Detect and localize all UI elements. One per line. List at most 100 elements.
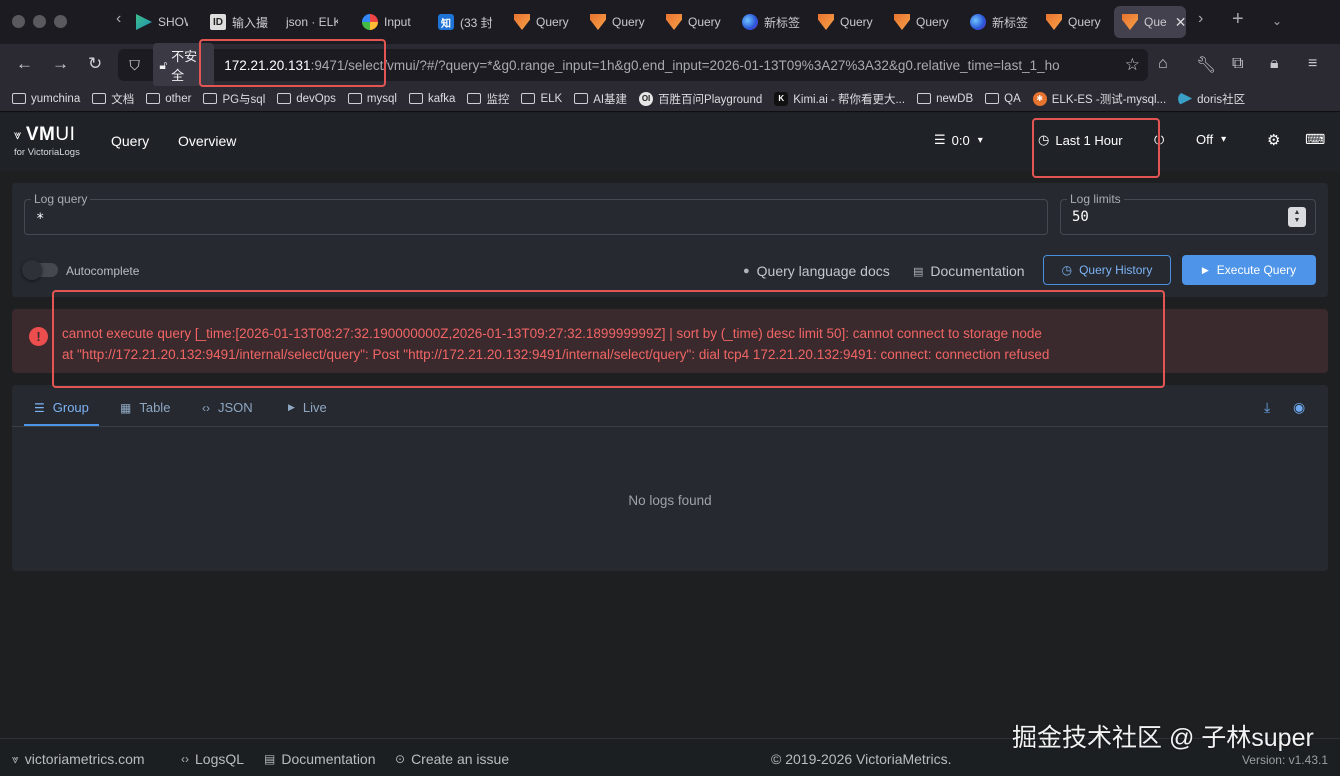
lock-icon[interactable]: 🔒︎	[1270, 55, 1279, 73]
bookmark-star-icon[interactable]: ☆	[1125, 55, 1140, 75]
execute-query-button[interactable]: ▶ Execute Query	[1182, 255, 1316, 285]
url-host: 172.21.20.131	[224, 57, 311, 73]
logsql-link[interactable]: ‹› LogsQL	[181, 751, 244, 767]
nav-overview[interactable]: Overview	[178, 133, 236, 149]
bookmark-site[interactable]: doris社区	[1178, 91, 1245, 107]
browser-tab[interactable]: Query	[514, 6, 570, 38]
tenant-selector[interactable]: ☰ 0:0 ▾	[934, 132, 983, 148]
bookmark-site[interactable]: OI 百胜百问Playground	[639, 91, 762, 107]
download-icon[interactable]: ⤓	[1264, 399, 1270, 416]
reload-icon[interactable]: ↻	[88, 54, 102, 74]
victoriametrics-link[interactable]: ⩔ victoriametrics.com	[12, 751, 145, 767]
time-range-selector[interactable]: ◷ Last 1 Hour	[1038, 132, 1123, 148]
vm-logo-icon	[1046, 14, 1062, 30]
keyboard-icon[interactable]: ⌨	[1305, 131, 1325, 148]
tab-scroll-right-icon[interactable]: ›	[1198, 10, 1203, 28]
tab-list-chevron-down-icon[interactable]: ⌄	[1272, 14, 1282, 28]
bookmark-folder[interactable]: 文档	[92, 91, 134, 107]
browser-tab[interactable]: Query	[1046, 6, 1102, 38]
bookmark-folder[interactable]: mysql	[347, 93, 397, 105]
log-query-input[interactable]: Log query *	[24, 192, 1048, 235]
nav-query[interactable]: Query	[111, 133, 149, 149]
browser-tab[interactable]: 新标签	[742, 6, 800, 38]
bookmark-folder[interactable]: ELK	[521, 93, 562, 105]
tab-json[interactable]: ‹› JSON	[202, 400, 253, 415]
empty-state-text: No logs found	[628, 493, 712, 508]
tab-live[interactable]: ▶ Live	[288, 400, 327, 415]
error-message: cannot execute query [_time:[2026-01-13T…	[62, 326, 1050, 362]
insecure-badge[interactable]: 🔓︎ 不安全	[153, 43, 215, 87]
list-icon: ☰	[934, 132, 946, 147]
browser-tab[interactable]: Query	[666, 6, 722, 38]
folder-icon	[92, 93, 107, 104]
log-limits-input[interactable]: Log limits 50 ▲ ▼	[1060, 192, 1316, 235]
vmui-logo[interactable]: ⩔ VM UI for VictoriaLogs	[14, 124, 80, 158]
window-minimize-button[interactable]	[33, 15, 46, 28]
bookmark-folder[interactable]: PG与sql	[203, 91, 265, 107]
documentation-link[interactable]: ▤ Documentation	[913, 263, 1025, 279]
tab-scroll-left-icon[interactable]: ‹	[116, 10, 121, 28]
tab-table[interactable]: ▦ Table	[120, 400, 170, 415]
table-icon: ▦	[120, 400, 132, 415]
info-icon: ●	[743, 265, 750, 277]
kimi-icon: K	[774, 91, 789, 106]
bookmark-folder[interactable]: QA	[985, 93, 1021, 105]
new-tab-icon[interactable]: +	[1232, 8, 1244, 31]
auto-refresh-selector[interactable]: Off ▾	[1196, 132, 1226, 147]
bookmark-folder[interactable]: yumchina	[12, 93, 80, 105]
wrench-icon[interactable]: 🔧︎	[1196, 55, 1216, 75]
number-stepper[interactable]: ▲ ▼	[1288, 207, 1306, 227]
lock-slash-icon: 🔓︎	[159, 57, 168, 72]
autocomplete-toggle[interactable]	[22, 260, 58, 280]
bookmark-folder[interactable]: devOps	[277, 93, 336, 105]
menu-icon[interactable]: ≡	[1308, 55, 1317, 73]
bookmark-site[interactable]: K Kimi.ai - 帮你看更大...	[774, 91, 905, 107]
browser-tab[interactable]: Query	[818, 6, 874, 38]
close-tab-icon[interactable]: ✕	[1175, 14, 1186, 31]
tab-group[interactable]: ☰ Group	[34, 400, 89, 415]
folder-icon	[408, 93, 423, 104]
folder-icon	[203, 93, 218, 104]
query-history-button[interactable]: ◷ Query History	[1043, 255, 1171, 285]
results-panel: ☰ Group ▦ Table ‹› JSON ▶ Live ⤓ ◉ No logs f…	[12, 385, 1328, 571]
copyright: © 2019-2026 VictoriaMetrics.	[771, 751, 952, 767]
bookmark-folder[interactable]: kafka	[408, 93, 455, 105]
back-arrow-icon[interactable]: ←	[16, 54, 33, 74]
bookmark-folder[interactable]: other	[146, 93, 191, 105]
create-issue-link[interactable]: ⊙ Create an issue	[395, 751, 509, 767]
multicolor-icon	[362, 14, 378, 30]
home-icon[interactable]: ⌂	[1158, 55, 1168, 73]
browser-tab[interactable]: Query	[590, 6, 646, 38]
forward-arrow-icon[interactable]: →	[52, 54, 69, 74]
gear-icon[interactable]: ⚙	[1267, 131, 1280, 149]
browser-tab[interactable]: 新标签	[970, 6, 1028, 38]
query-panel: Log query * Log limits 50 ▲ ▼ Autocomplet…	[12, 183, 1328, 297]
browser-tab[interactable]: json · ELK	[286, 6, 338, 38]
bookmark-folder[interactable]: AI基建	[574, 91, 627, 107]
version-label: Version: v1.43.1	[1241, 753, 1328, 767]
refresh-icon[interactable]: ⏻	[1154, 132, 1164, 148]
browser-tab[interactable]: Input	[362, 6, 414, 38]
extensions-icon[interactable]: ⧉	[1232, 55, 1243, 73]
bookmark-folder[interactable]: 监控	[467, 91, 509, 107]
bookmark-folder[interactable]: newDB	[917, 93, 973, 105]
vm-logo-icon	[894, 14, 910, 30]
firefox-icon	[742, 14, 758, 30]
folder-icon	[277, 93, 292, 104]
window-close-button[interactable]	[12, 15, 25, 28]
browser-tab[interactable]: 知 (33 封	[438, 6, 494, 38]
bookmark-site[interactable]: ✱ ELK-ES -测试-mysql...	[1032, 91, 1166, 107]
browser-tab-active[interactable]: Que ✕	[1114, 6, 1186, 38]
eye-icon[interactable]: ◉	[1293, 399, 1305, 416]
footer-documentation-link[interactable]: ▤ Documentation	[264, 751, 376, 767]
code-icon: ‹›	[181, 752, 189, 766]
browser-tab[interactable]: SHOW	[136, 6, 188, 38]
url-bar[interactable]: ⛉ 🔓︎ 不安全 172.21.20.131:9471/select/vmui/?…	[118, 43, 1148, 87]
window-zoom-button[interactable]	[54, 15, 67, 28]
site-icon	[1178, 91, 1193, 106]
query-language-docs-link[interactable]: ● Query language docs	[743, 263, 890, 279]
shield-icon[interactable]: ⛉	[126, 57, 143, 74]
browser-tab[interactable]: Query	[894, 6, 950, 38]
browser-tab[interactable]: ID 输入撮	[210, 6, 268, 38]
vm-logo-icon	[666, 14, 682, 30]
